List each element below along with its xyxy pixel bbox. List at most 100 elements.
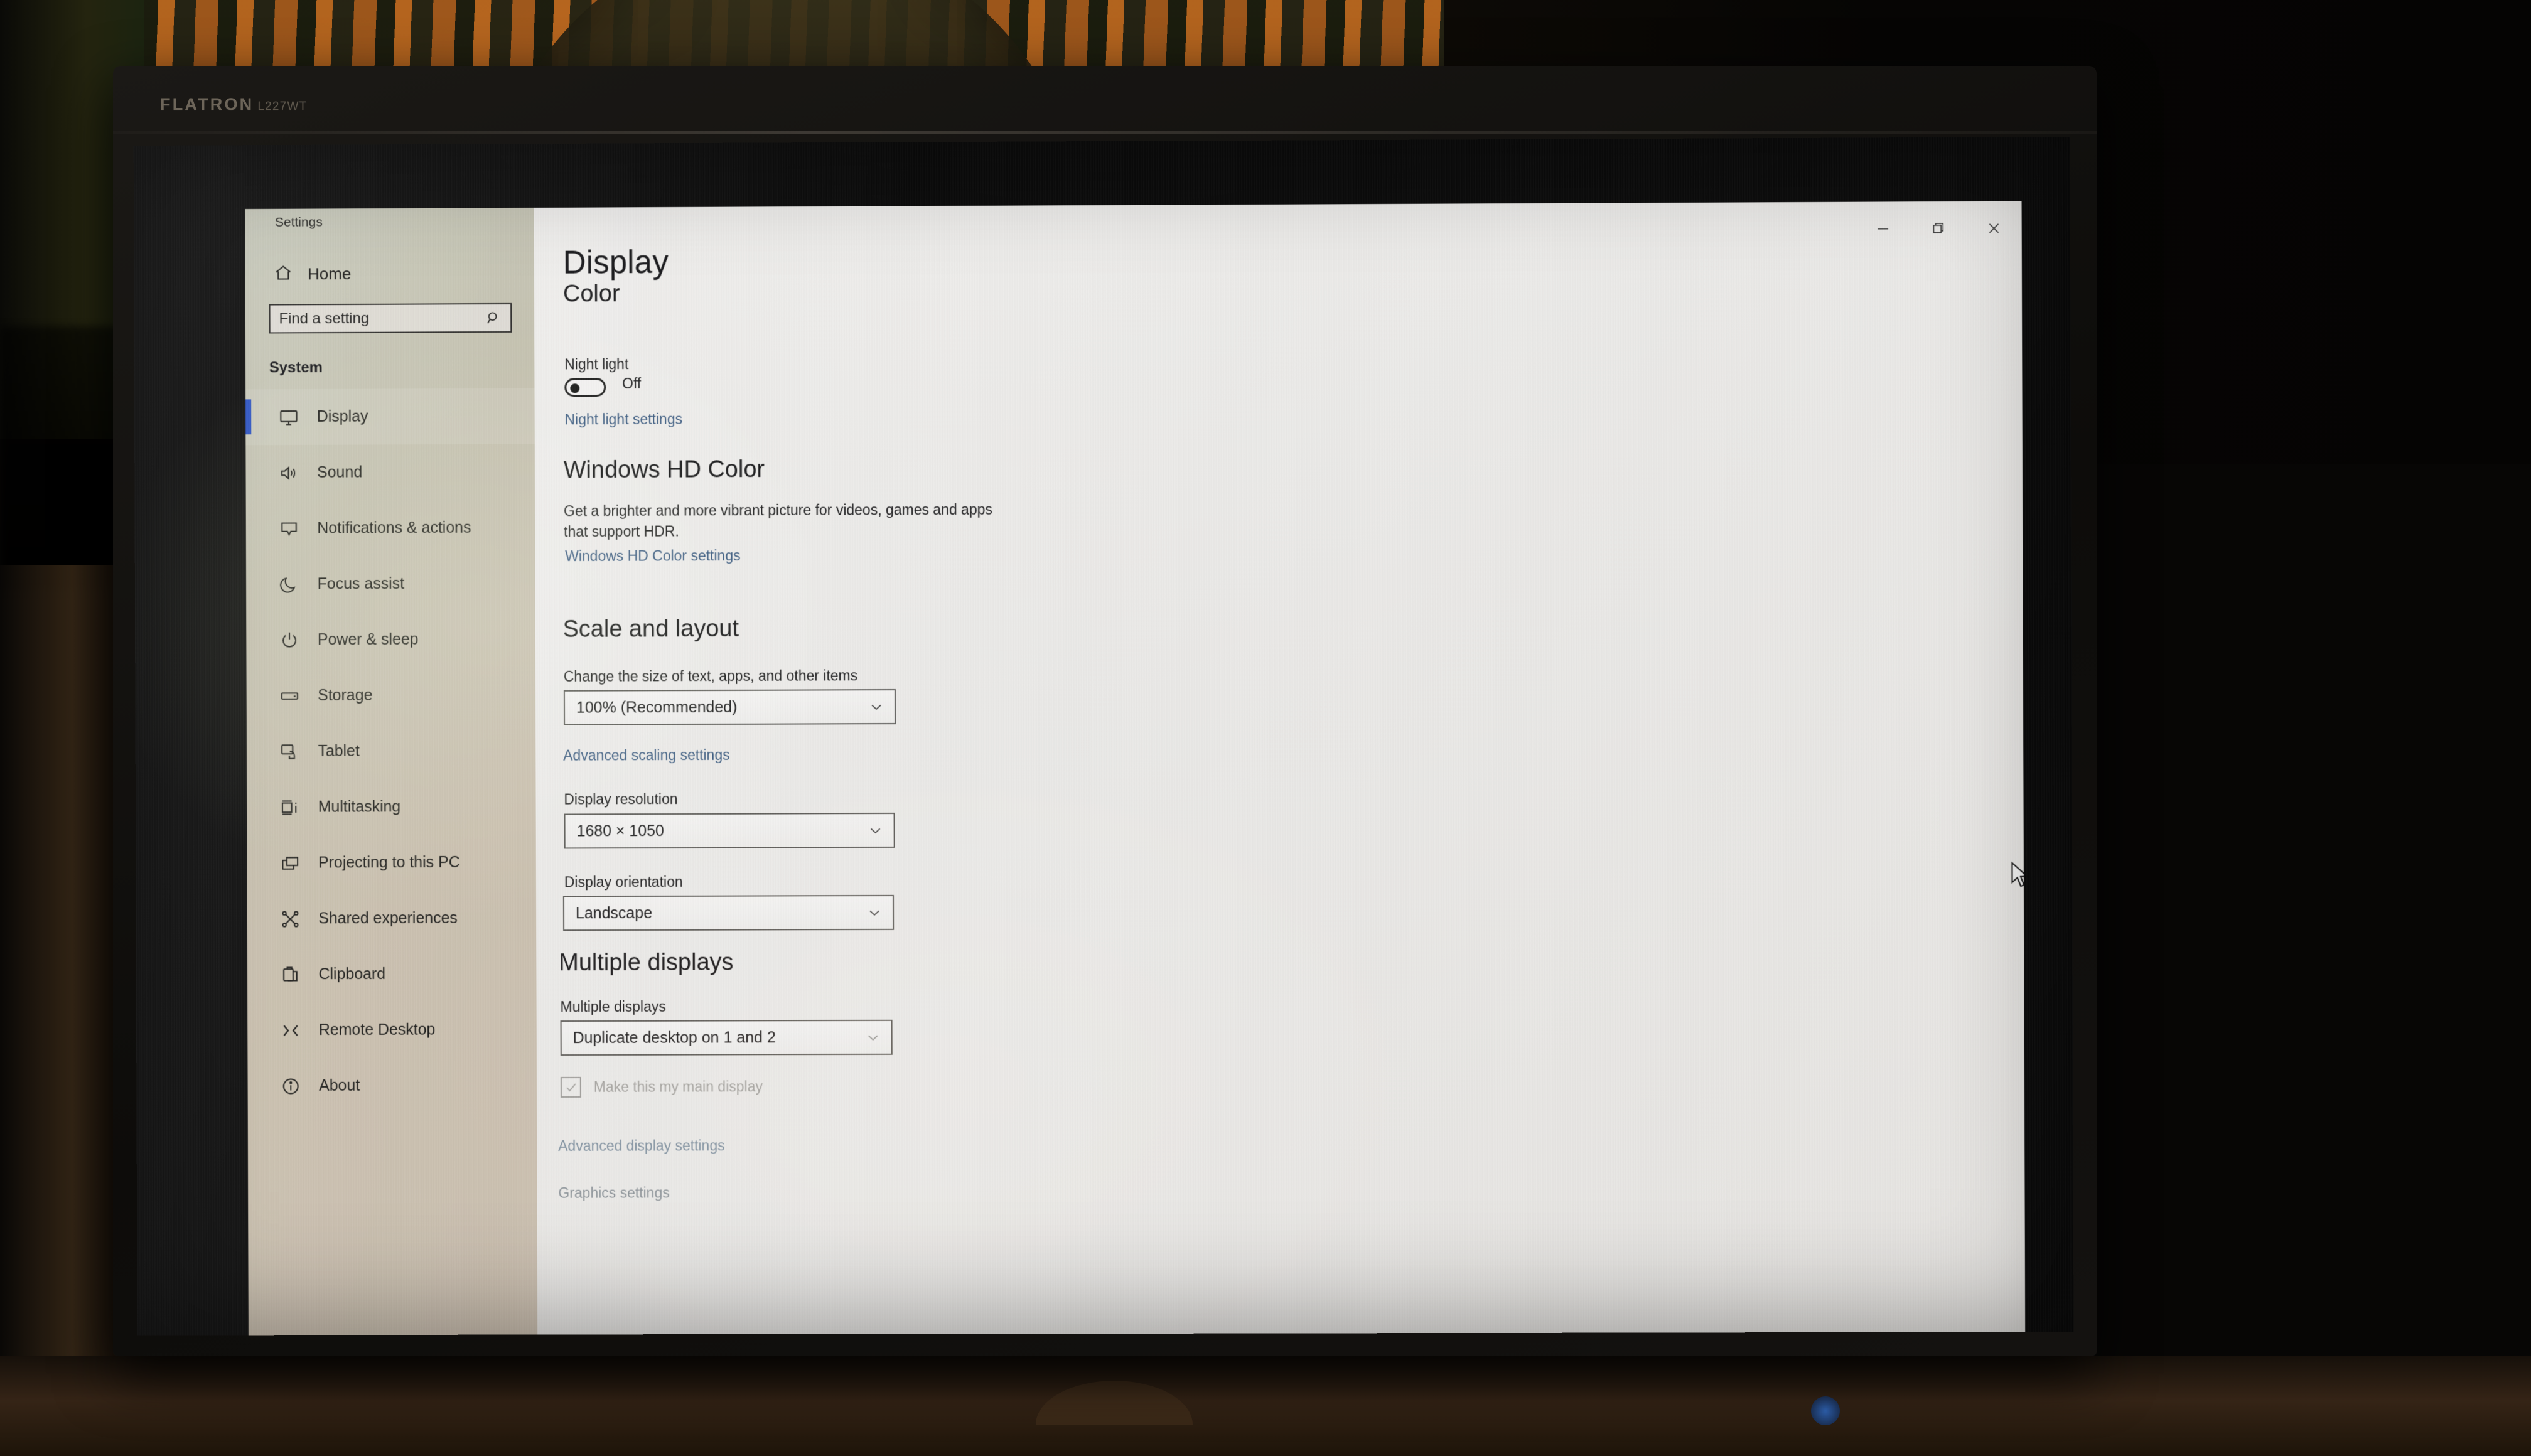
project-icon <box>279 852 301 874</box>
desk-surface <box>0 1356 2531 1456</box>
sidebar-item-about[interactable]: About <box>247 1057 537 1114</box>
sidebar-label-focus-assist: Focus assist <box>318 575 405 593</box>
sidebar-label-power-sleep: Power & sleep <box>318 631 419 649</box>
sidebar-label-clipboard: Clipboard <box>319 965 386 983</box>
power-icon <box>279 629 300 651</box>
window-titlebar <box>1669 201 2022 257</box>
sidebar-item-clipboard[interactable]: Clipboard <box>247 946 537 1002</box>
sidebar-label-sound: Sound <box>317 463 362 481</box>
chevron-down-icon <box>866 904 883 921</box>
sidebar-app-title: Settings <box>275 215 323 230</box>
sidebar-item-tablet[interactable]: Tablet <box>247 723 536 779</box>
hd-color-description: Get a brighter and more vibrant picture … <box>564 500 1002 542</box>
home-icon <box>274 263 293 285</box>
tablet-icon <box>279 741 301 763</box>
sidebar-item-multitasking[interactable]: Multitasking <box>247 779 536 835</box>
night-light-settings-link[interactable]: Night light settings <box>564 411 682 429</box>
hd-color-heading: Windows HD Color <box>564 456 765 484</box>
main-display-checkbox-label: Make this my main display <box>594 1078 763 1096</box>
settings-sidebar: Settings Home Find a setting <box>245 208 537 1336</box>
desk-blue-light <box>1811 1396 1840 1425</box>
checkbox-box <box>561 1077 581 1098</box>
bezel-glint <box>113 131 2097 134</box>
sidebar-label-shared-experiences: Shared experiences <box>318 909 458 928</box>
clipboard-icon <box>280 964 301 985</box>
multiple-displays-value: Duplicate desktop on 1 and 2 <box>573 1028 865 1047</box>
sidebar-item-remote-desktop[interactable]: Remote Desktop <box>247 1002 537 1058</box>
search-placeholder-text: Find a setting <box>279 309 485 328</box>
monitor-brand-label: FLATRONL227WT <box>160 95 307 114</box>
sidebar-item-focus-assist[interactable]: Focus assist <box>246 555 535 612</box>
notification-icon <box>279 518 300 539</box>
drive-icon <box>279 685 300 707</box>
remote-desktop-icon <box>280 1020 301 1041</box>
sidebar-item-display[interactable]: Display <box>245 388 535 446</box>
sidebar-nav-list: Display Sound <box>245 388 537 1114</box>
hd-color-settings-link[interactable]: Windows HD Color settings <box>565 547 740 565</box>
search-icon <box>485 309 502 326</box>
restore-button[interactable] <box>1911 206 1967 252</box>
scale-layout-heading: Scale and layout <box>563 616 739 643</box>
search-input[interactable]: Find a setting <box>269 303 512 334</box>
chevron-down-icon <box>865 1029 881 1046</box>
sidebar-label-projecting: Projecting to this PC <box>318 854 460 872</box>
minimize-button[interactable] <box>1855 206 1911 252</box>
brand-model: L227WT <box>257 100 307 113</box>
monitor-top-bezel: FLATRONL227WT <box>113 66 2097 140</box>
mouse-cursor <box>2009 862 2026 892</box>
graphics-settings-link[interactable]: Graphics settings <box>558 1184 669 1201</box>
night-light-state: Off <box>622 375 641 392</box>
sidebar-item-home[interactable]: Home <box>262 257 519 291</box>
desk-left-edge <box>0 565 132 1443</box>
multitasking-icon <box>279 796 301 818</box>
night-light-label: Night light <box>564 356 628 373</box>
sidebar-item-shared-experiences[interactable]: Shared experiences <box>247 891 537 947</box>
sidebar-item-sound[interactable]: Sound <box>245 444 535 501</box>
resolution-label: Display resolution <box>564 791 677 808</box>
multiple-displays-dropdown[interactable]: Duplicate desktop on 1 and 2 <box>561 1020 893 1056</box>
advanced-scaling-link[interactable]: Advanced scaling settings <box>563 747 729 764</box>
moon-icon <box>279 574 300 595</box>
orientation-label: Display orientation <box>564 874 683 891</box>
resolution-dropdown[interactable]: 1680 × 1050 <box>564 813 895 848</box>
monitor-icon <box>278 407 299 428</box>
multiple-displays-label: Multiple displays <box>560 998 665 1015</box>
close-button[interactable] <box>1966 206 2022 252</box>
info-icon <box>280 1075 301 1096</box>
desktop-background-right <box>2021 137 2073 1336</box>
night-light-toggle[interactable] <box>564 378 606 397</box>
sidebar-label-notifications: Notifications & actions <box>317 519 471 538</box>
sidebar-item-projecting[interactable]: Projecting to this PC <box>247 835 536 891</box>
sidebar-home-label: Home <box>308 264 351 284</box>
orientation-dropdown[interactable]: Landscape <box>563 895 894 931</box>
settings-window: Settings Home Find a setting <box>245 201 2026 1336</box>
sidebar-label-about: About <box>319 1077 360 1095</box>
sidebar-item-storage[interactable]: Storage <box>246 667 535 724</box>
scale-label: Change the size of text, apps, and other… <box>564 667 857 685</box>
brand-name: FLATRON <box>160 95 254 114</box>
scale-dropdown[interactable]: 100% (Recommended) <box>564 689 896 725</box>
sidebar-label-multitasking: Multitasking <box>318 798 401 816</box>
page-title: Display <box>563 244 669 281</box>
sidebar-item-power-sleep[interactable]: Power & sleep <box>246 611 535 668</box>
orientation-value: Landscape <box>576 904 866 923</box>
resolution-value: 1680 × 1050 <box>577 822 868 840</box>
desktop-background-left <box>134 145 249 1335</box>
multiple-displays-heading: Multiple displays <box>559 950 733 977</box>
sidebar-label-display: Display <box>317 408 368 426</box>
chevron-down-icon <box>868 822 884 838</box>
sidebar-item-notifications[interactable]: Notifications & actions <box>246 500 535 557</box>
sidebar-section-label: System <box>269 359 323 377</box>
speaker-icon <box>278 462 299 483</box>
sidebar-label-tablet: Tablet <box>318 742 360 761</box>
scale-value: 100% (Recommended) <box>576 698 868 717</box>
settings-content-pane: Display Color Night light Off Night ligh… <box>534 201 2026 1336</box>
sidebar-label-storage: Storage <box>318 687 372 705</box>
sidebar-label-remote-desktop: Remote Desktop <box>319 1021 436 1039</box>
main-display-checkbox[interactable]: Make this my main display <box>561 1076 763 1098</box>
share-icon <box>279 908 301 929</box>
advanced-display-settings-link[interactable]: Advanced display settings <box>558 1137 724 1155</box>
color-section-heading: Color <box>563 281 620 308</box>
monitor-bezel: FLATRONL227WT Settings Home <box>113 66 2097 1356</box>
monitor-screen: Settings Home Find a setting <box>134 137 2074 1336</box>
